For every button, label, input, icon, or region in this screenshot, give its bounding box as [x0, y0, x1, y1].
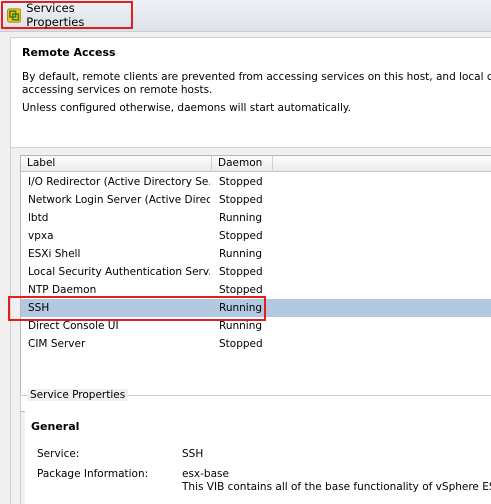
- daemon-status-cell: Stopped: [219, 176, 263, 188]
- table-row[interactable]: lbtd Running: [21, 209, 491, 227]
- title-bar: Services Properties: [0, 0, 491, 32]
- service-properties-group: Service Properties General Service: SSH …: [20, 389, 491, 504]
- remote-access-description: By default, remote clients are prevented…: [22, 71, 491, 97]
- table-row[interactable]: Network Login Server (Active Direc... Sto…: [21, 191, 491, 209]
- service-label-cell: SSH: [28, 302, 50, 314]
- column-header-daemon[interactable]: Daemon: [212, 156, 273, 172]
- daemon-autostart-note: Unless configured otherwise, daemons wil…: [22, 102, 351, 114]
- remote-access-heading: Remote Access: [22, 46, 116, 59]
- package-label: Package Information:: [37, 468, 149, 480]
- table-row[interactable]: Local Security Authentication Serv... Sto…: [21, 263, 491, 281]
- service-label-cell: NTP Daemon: [28, 284, 97, 296]
- daemon-status-cell: Stopped: [219, 194, 263, 206]
- service-label-cell: lbtd: [28, 212, 49, 224]
- table-row[interactable]: NTP Daemon Stopped: [21, 281, 491, 299]
- daemon-status-cell: Stopped: [219, 230, 263, 242]
- daemon-status-cell: Running: [219, 212, 263, 224]
- service-label-cell: vpxa: [28, 230, 54, 242]
- service-properties-legend: Service Properties: [27, 389, 129, 401]
- vsphere-app-icon: [7, 7, 22, 23]
- table-row[interactable]: CIM Server Stopped: [21, 335, 491, 353]
- daemon-status-cell: Stopped: [219, 338, 263, 350]
- service-label-cell: ESXi Shell: [28, 248, 81, 260]
- table-row[interactable]: ESXi Shell Running: [21, 245, 491, 263]
- daemon-status-cell: Running: [219, 248, 263, 260]
- service-label: Service:: [37, 448, 80, 460]
- daemon-status-cell: Running: [219, 320, 263, 332]
- service-label-cell: I/O Redirector (Active Directory Se...: [28, 176, 210, 188]
- daemon-status-cell: Stopped: [219, 284, 263, 296]
- remote-access-header: Remote Access By default, remote clients…: [11, 38, 491, 148]
- service-value: SSH: [182, 448, 204, 460]
- services-table[interactable]: Label Daemon I/O Redirector (Active Dire…: [20, 155, 491, 412]
- service-label-cell: Direct Console UI: [28, 320, 119, 332]
- description-line-1: By default, remote clients are prevented…: [22, 71, 491, 83]
- package-value: esx-base: [182, 468, 229, 480]
- description-line-2: accessing services on remote hosts.: [22, 84, 213, 96]
- column-header-label[interactable]: Label: [21, 156, 212, 172]
- service-label-cell: Network Login Server (Active Direc...: [28, 194, 210, 206]
- table-row[interactable]: SSH Running: [21, 299, 491, 317]
- table-row[interactable]: I/O Redirector (Active Directory Se... St…: [21, 173, 491, 191]
- general-heading: General: [31, 420, 80, 433]
- properties-panel: Remote Access By default, remote clients…: [10, 37, 491, 504]
- service-label-cell: Local Security Authentication Serv...: [28, 266, 210, 278]
- window-title: Services Properties: [26, 1, 85, 29]
- daemon-status-cell: Running: [219, 302, 263, 314]
- window-title-highlight: Services Properties: [1, 1, 133, 29]
- table-rows: I/O Redirector (Active Directory Se... St…: [21, 173, 491, 353]
- table-header: Label Daemon: [21, 156, 491, 172]
- package-description: This VIB contains all of the base functi…: [182, 481, 491, 493]
- daemon-status-cell: Stopped: [219, 266, 263, 278]
- table-row[interactable]: Direct Console UI Running: [21, 317, 491, 335]
- service-label-cell: CIM Server: [28, 338, 86, 350]
- service-properties-content: General Service: SSH Package Information…: [25, 410, 491, 504]
- table-row[interactable]: vpxa Stopped: [21, 227, 491, 245]
